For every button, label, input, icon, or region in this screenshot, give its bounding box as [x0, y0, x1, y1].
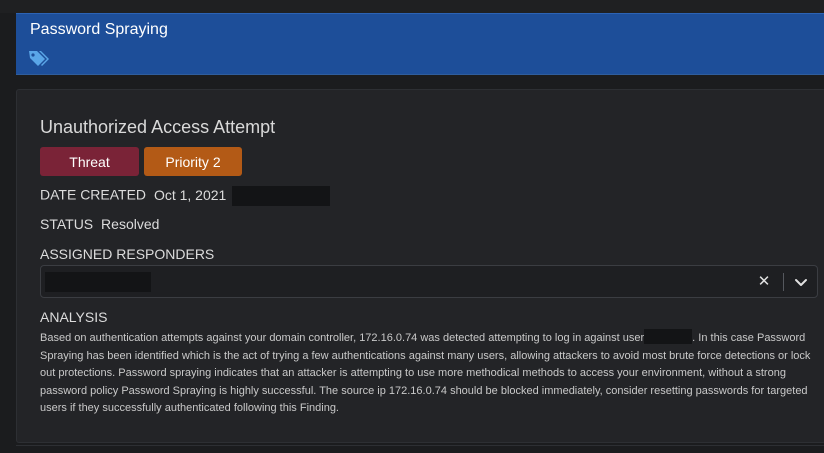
date-created-value: Oct 1, 2021	[153, 186, 227, 203]
status: STATUS Resolved	[40, 216, 159, 232]
close-icon[interactable]: ✕	[755, 273, 773, 291]
analysis-text-part2: . In this case Password Spraying has bee…	[40, 332, 811, 414]
threat-badge: Threat	[40, 147, 139, 176]
next-card-edge	[16, 445, 824, 453]
analysis-text: Based on authentication attempts against…	[40, 329, 822, 418]
analysis-label: ANALYSIS	[40, 309, 108, 325]
date-created: DATE CREATED Oct 1, 2021	[40, 186, 331, 206]
status-value: Resolved	[101, 216, 160, 232]
chevron-down-icon[interactable]	[791, 272, 811, 292]
finding-title: Unauthorized Access Attempt	[40, 117, 276, 137]
priority-badge: Priority 2	[144, 147, 242, 176]
tags-icon	[29, 51, 49, 66]
redacted-username	[644, 329, 693, 344]
redacted-responder	[45, 272, 151, 292]
assigned-responders-select[interactable]: ✕	[40, 265, 818, 298]
date-created-label: DATE CREATED	[40, 186, 147, 203]
header-title: Password Spraying	[30, 21, 168, 38]
analysis-text-part1: Based on authentication attempts against…	[40, 332, 645, 344]
finding-card: Unauthorized Access Attempt Threat Prior…	[16, 89, 824, 443]
top-strip	[0, 0, 824, 13]
assigned-responders-label: ASSIGNED RESPONDERS	[40, 246, 215, 262]
status-label: STATUS	[40, 216, 94, 232]
redacted-time	[232, 186, 331, 206]
finding-header: Password Spraying	[16, 13, 824, 75]
select-separator	[783, 273, 784, 291]
